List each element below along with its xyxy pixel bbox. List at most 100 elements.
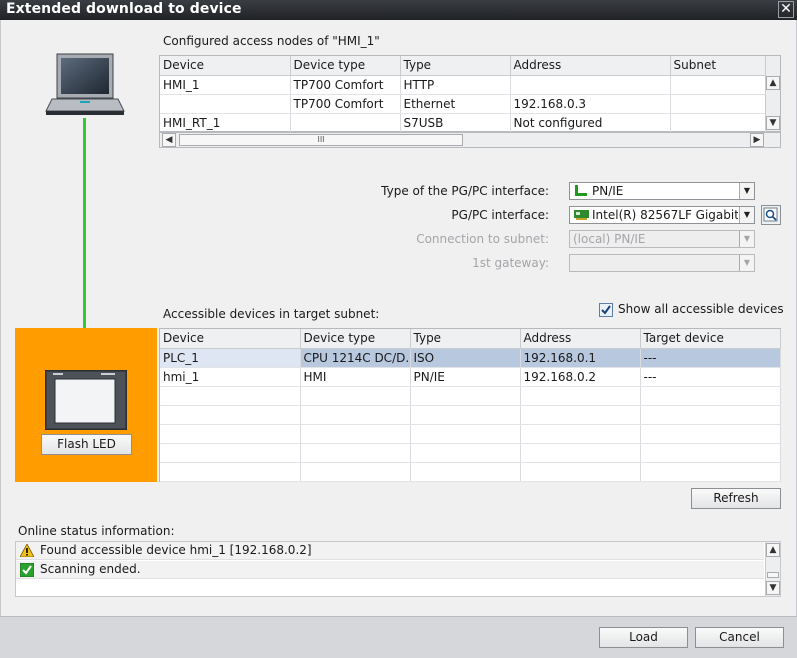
table-cell: ---	[640, 367, 781, 387]
accessible-devices-table[interactable]: Device Device type Type Address Target d…	[159, 328, 781, 482]
laptop-icon	[45, 53, 125, 115]
table-cell: HMI_RT_1	[160, 113, 291, 133]
column-header[interactable]: Address	[510, 56, 671, 76]
gateway-label: 1st gateway:	[472, 256, 549, 270]
column-header[interactable]: Type	[400, 56, 511, 76]
refresh-button[interactable]: Refresh	[691, 488, 781, 509]
table-header: Device Device type Type Address Subnet	[160, 56, 766, 76]
table-cell: Not configured	[510, 113, 671, 133]
table-row[interactable]: TP700 Comfort Ethernet 192.168.0.3	[160, 94, 766, 114]
table-cell: TP700 Comfort	[290, 75, 401, 95]
scroll-thumb[interactable]	[767, 572, 779, 578]
interface-type-label: Type of the PG/PC interface:	[381, 184, 549, 198]
flash-led-button[interactable]: Flash LED	[41, 434, 132, 455]
table-row[interactable]: HMI_RT_1 S7USB Not configured	[160, 113, 766, 133]
configured-horizontal-scrollbar[interactable]: ◀ III ▶	[159, 132, 781, 148]
empty-row	[160, 405, 781, 425]
table-cell	[290, 113, 401, 133]
column-header[interactable]: Device	[160, 329, 301, 349]
hmi-panel-icon	[45, 370, 127, 430]
table-cell: HMI	[300, 367, 411, 387]
empty-row	[160, 443, 781, 463]
dialog-body: Configured access nodes of "HMI_1" Devic…	[0, 20, 797, 616]
subnet-connection-label: Connection to subnet:	[416, 232, 549, 246]
column-header[interactable]: Device type	[300, 329, 411, 349]
column-header[interactable]: Address	[520, 329, 641, 349]
table-row-selected[interactable]: PLC_1 CPU 1214C DC/D... ISO 192.168.0.1 …	[160, 348, 781, 368]
check-icon	[20, 563, 34, 577]
table-cell	[670, 75, 766, 95]
empty-row	[160, 386, 781, 406]
window-title: Extended download to device	[6, 1, 242, 17]
table-row[interactable]: hmi_1 HMI PN/IE 192.168.0.2 ---	[160, 367, 781, 387]
column-header[interactable]: Target device	[640, 329, 781, 349]
search-interface-button[interactable]	[761, 205, 781, 225]
column-header[interactable]: Type	[410, 329, 521, 349]
scroll-up-icon[interactable]: ▲	[766, 76, 780, 90]
horizontal-scroll-thumb[interactable]: III	[179, 134, 463, 146]
subnet-connection-value: (local) PN/IE	[573, 232, 646, 246]
table-cell: Ethernet	[400, 94, 511, 114]
connection-line	[83, 118, 86, 350]
checkmark-icon	[601, 305, 611, 315]
gateway-select: ▼	[569, 254, 755, 272]
column-header[interactable]: Device	[160, 56, 291, 76]
table-cell: PN/IE	[410, 367, 521, 387]
target-device-panel: Flash LED	[15, 328, 157, 482]
empty-row	[160, 462, 781, 482]
table-cell: ---	[640, 348, 781, 368]
pgpc-interface-label: PG/PC interface:	[451, 208, 549, 222]
table-cell: HMI_1	[160, 75, 291, 95]
status-message-text: Scanning ended.	[40, 562, 141, 576]
configured-caption: Configured access nodes of "HMI_1"	[163, 34, 380, 48]
online-status-list: Found accessible device hmi_1 [192.168.0…	[15, 541, 781, 597]
configured-nodes-table[interactable]: Device Device type Type Address Subnet H…	[159, 55, 781, 133]
table-cell: ISO	[410, 348, 521, 368]
column-header[interactable]: Device type	[290, 56, 401, 76]
scroll-up-icon[interactable]: ▲	[766, 543, 780, 557]
interface-type-value: PN/IE	[592, 184, 624, 198]
table-cell	[670, 113, 766, 133]
configured-vertical-scrollbar[interactable]: ▲ ▼	[765, 56, 780, 131]
table-cell: TP700 Comfort	[290, 94, 401, 114]
scroll-down-icon[interactable]: ▼	[766, 581, 780, 595]
column-header[interactable]: Subnet	[670, 56, 766, 76]
table-cell: HTTP	[400, 75, 511, 95]
interface-type-select[interactable]: PN/IE ▼	[569, 182, 755, 200]
network-card-icon	[574, 210, 589, 220]
status-message: Found accessible device hmi_1 [192.168.0…	[16, 542, 764, 560]
status-message-text: Found accessible device hmi_1 [192.168.0…	[40, 543, 312, 557]
table-row[interactable]: HMI_1 TP700 Comfort HTTP	[160, 75, 766, 95]
scroll-left-icon[interactable]: ◀	[162, 133, 176, 147]
status-message: Scanning ended.	[16, 561, 764, 579]
table-cell: CPU 1214C DC/D...	[300, 348, 411, 368]
show-all-checkbox[interactable]	[599, 303, 613, 317]
scroll-right-icon[interactable]: ▶	[750, 133, 764, 147]
chevron-down-icon[interactable]: ▼	[739, 207, 754, 223]
subnet-connection-select: (local) PN/IE ▼	[569, 230, 755, 248]
status-vertical-scrollbar[interactable]: ▲ ▼	[765, 542, 780, 596]
chevron-down-icon[interactable]: ▼	[739, 183, 754, 199]
table-cell: 192.168.0.3	[510, 94, 671, 114]
refresh-button-label: Refresh	[713, 491, 759, 505]
table-cell	[670, 94, 766, 114]
table-cell	[160, 94, 291, 114]
pgpc-interface-value: Intel(R) 82567LF Gigabit...	[592, 208, 738, 222]
table-cell: PLC_1	[160, 348, 301, 368]
pgpc-interface-select[interactable]: Intel(R) 82567LF Gigabit... ▼	[569, 206, 755, 224]
dialog-footer: Load Cancel	[0, 616, 797, 658]
table-cell: S7USB	[400, 113, 511, 133]
table-cell	[510, 75, 671, 95]
scroll-down-icon[interactable]: ▼	[766, 116, 780, 130]
show-all-label[interactable]: Show all accessible devices	[618, 302, 784, 316]
empty-row	[160, 424, 781, 444]
close-icon[interactable]: ✕	[778, 1, 794, 18]
warning-icon	[20, 544, 34, 557]
table-header: Device Device type Type Address Target d…	[160, 329, 781, 349]
title-bar: Extended download to device ✕	[0, 0, 797, 20]
load-button[interactable]: Load	[599, 627, 688, 648]
table-cell: hmi_1	[160, 367, 301, 387]
cancel-button[interactable]: Cancel	[695, 627, 784, 648]
table-cell: 192.168.0.1	[520, 348, 641, 368]
magnifier-icon	[763, 207, 778, 222]
